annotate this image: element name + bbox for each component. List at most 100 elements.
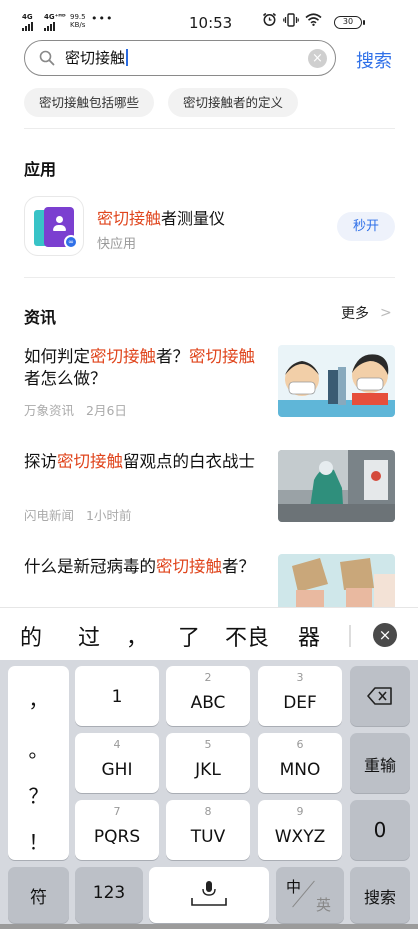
backspace-icon [367, 687, 392, 705]
key-3[interactable]: 3 DEF [258, 666, 342, 726]
suggestion-chip[interactable]: 密切接触者的定义 [168, 88, 299, 117]
status-icons [262, 12, 322, 27]
speed-unit: KB/s [70, 21, 86, 29]
key-letters: DEF [283, 693, 317, 713]
status-bar: 4G 4G⁺ᴴᴰ 99.5 KB/s ••• 10:53 30 [0, 0, 418, 44]
search-button[interactable]: 搜索 [356, 47, 392, 73]
search-key[interactable]: 搜索 [350, 867, 410, 923]
ime-candidate-bar: 的 过 ， 了 不良 器 × [0, 607, 418, 661]
news-thumbnail[interactable] [278, 345, 395, 417]
key-6[interactable]: 6 MNO [258, 733, 342, 793]
app-name[interactable]: 密切接触者测量仪 [97, 205, 225, 229]
title-highlight: 密切接触 [90, 347, 156, 366]
more-link[interactable]: 更多 [341, 303, 369, 323]
key-0[interactable]: 0 [350, 800, 410, 860]
divider [24, 128, 395, 129]
key-number: 9 [296, 805, 304, 818]
wifi-icon [305, 13, 322, 26]
title-part: 留观点的白衣战士 [123, 452, 255, 471]
alarm-icon [263, 12, 276, 26]
app-icon[interactable]: ∞ [24, 196, 84, 256]
punct-key[interactable]: ！ [8, 826, 69, 855]
keyboard: ， 。 ？ ！ 1 2 ABC 3 DEF 4 GHI 5 JKL 6 MNO … [0, 660, 418, 929]
search-icon [39, 50, 55, 66]
news-thumbnail[interactable] [278, 554, 395, 607]
virus-illustration-image [278, 554, 395, 607]
punct-key[interactable]: ， [8, 684, 69, 713]
space-key[interactable] [149, 867, 269, 923]
search-input[interactable]: 密切接触 × [24, 40, 336, 76]
network-type-2: 4G⁺ᴴᴰ [44, 13, 66, 21]
key-number: 7 [113, 805, 121, 818]
news-title[interactable]: 探访密切接触留观点的白衣战士 [24, 451, 256, 473]
title-part: 者？ [156, 347, 189, 366]
signal-icon-2 [44, 22, 55, 31]
key-5[interactable]: 5 JKL [166, 733, 250, 793]
candidate[interactable]: 不良 [225, 620, 269, 652]
key-letters: 1 [111, 687, 123, 707]
news-thumbnail[interactable] [278, 450, 395, 522]
network-speed: 99.5 KB/s [70, 13, 86, 29]
key-letters: JKL [195, 760, 221, 780]
news-section-title: 资讯 [24, 308, 57, 327]
home-indicator[interactable] [0, 924, 418, 929]
key-7[interactable]: 7 PQRS [75, 800, 159, 860]
title-highlight: 密切接触 [57, 452, 123, 471]
key-number: 5 [204, 738, 212, 751]
key-1[interactable]: 1 [75, 666, 159, 726]
title-part: 探访 [24, 452, 57, 471]
candidate[interactable]: 了 [178, 620, 200, 652]
chevron-right-icon[interactable]: > [380, 305, 392, 321]
punct-key[interactable]: ？ [8, 780, 69, 809]
title-highlight: 密切接触 [156, 557, 222, 576]
punct-key[interactable]: 。 [8, 734, 69, 763]
key-number: 6 [296, 738, 304, 751]
title-part: 如何判定 [24, 347, 90, 366]
text-caret [126, 49, 128, 66]
news-time: 2月6日 [86, 403, 127, 418]
person-body [53, 225, 66, 231]
signal-icon [22, 22, 33, 31]
candidate-fade [349, 625, 351, 647]
title-part: 什么是新冠病毒的 [24, 557, 156, 576]
key-9[interactable]: 9 WXYZ [258, 800, 342, 860]
candidate[interactable]: 过 [78, 620, 100, 652]
medical-worker-image [278, 450, 395, 522]
language-switch-key[interactable]: 中 英 [276, 867, 344, 923]
news-title[interactable]: 如何判定密切接触者？密切接触者怎么做？ [24, 346, 256, 390]
suggestion-chip[interactable]: 密切接触包括哪些 [24, 88, 155, 117]
key-2[interactable]: 2 ABC [166, 666, 250, 726]
open-app-button[interactable]: 秒开 [337, 212, 395, 241]
app-subtitle: 快应用 [97, 237, 137, 252]
reinput-key[interactable]: 重输 [350, 733, 410, 793]
key-8[interactable]: 8 TUV [166, 800, 250, 860]
candidate[interactable]: 器 [298, 620, 320, 652]
lang-zh: 中 [286, 878, 302, 896]
candidate[interactable]: ， [126, 620, 148, 652]
key-4[interactable]: 4 GHI [75, 733, 159, 793]
key-letters: MNO [279, 760, 321, 780]
candidate[interactable]: 的 [20, 620, 42, 652]
title-part: 者？ [222, 557, 255, 576]
key-letters: ABC [190, 693, 226, 713]
close-icon[interactable]: × [373, 623, 397, 647]
backspace-key[interactable] [350, 666, 410, 726]
screen: 4G 4G⁺ᴴᴰ 99.5 KB/s ••• 10:53 30 密切接触 × 搜… [0, 0, 418, 929]
news-title[interactable]: 什么是新冠病毒的密切接触者？ [24, 556, 256, 578]
key-number: 4 [113, 738, 121, 751]
key-number: 8 [204, 805, 212, 818]
search-query: 密切接触 [65, 49, 128, 67]
title-highlight: 密切接触 [189, 347, 255, 366]
clear-icon[interactable]: × [308, 49, 327, 68]
clock: 10:53 [189, 14, 233, 32]
masked-people-image [278, 345, 395, 417]
numeric-key[interactable]: 123 [75, 867, 143, 923]
suggestion-chips: 密切接触包括哪些 密切接触者的定义 [24, 88, 299, 117]
symbol-key[interactable]: 符 [8, 867, 69, 923]
lang-en: 英 [316, 896, 332, 914]
punctuation-column[interactable]: ， 。 ？ ！ [8, 666, 69, 860]
key-number: 2 [204, 671, 212, 684]
network-type-1: 4G [22, 13, 33, 21]
vibrate-icon [283, 12, 299, 27]
app-name-rest: 者测量仪 [161, 209, 226, 228]
